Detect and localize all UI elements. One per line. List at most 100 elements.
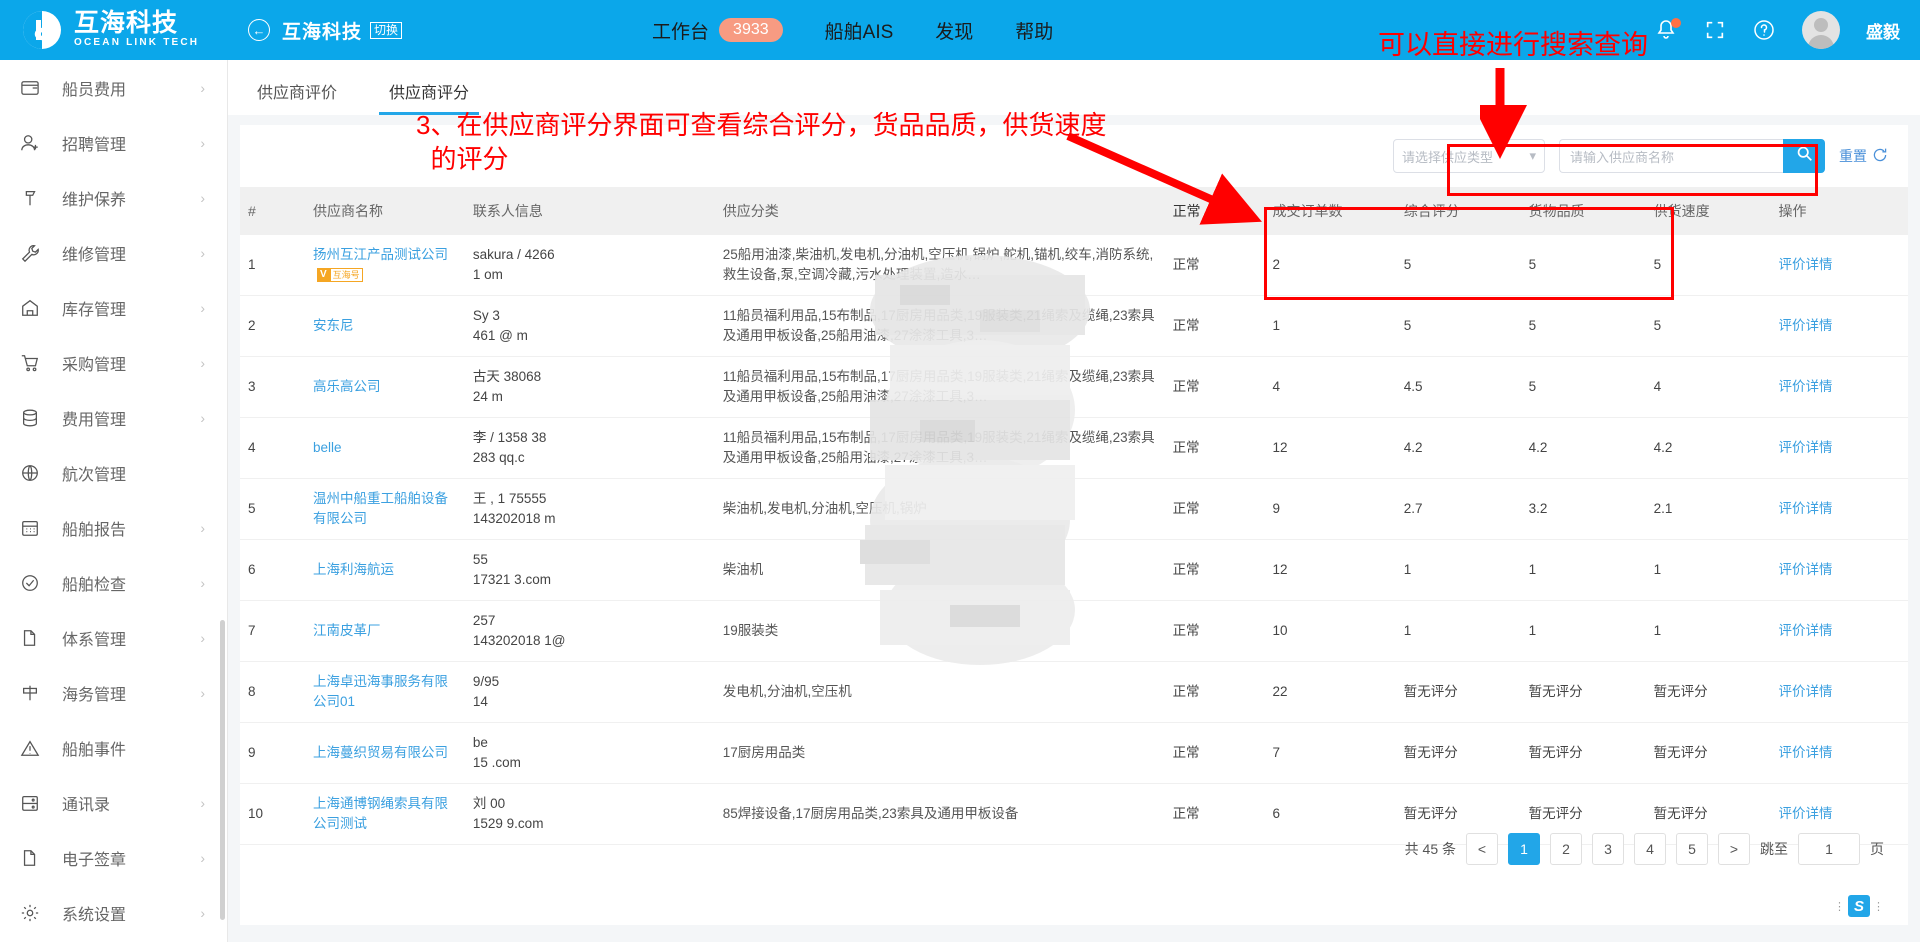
- sidebar-item-crew-cost[interactable]: 船员费用 ›: [0, 60, 227, 115]
- page-button-4[interactable]: 4: [1634, 833, 1666, 865]
- sidebar-item-settings[interactable]: 系统设置 ›: [0, 885, 227, 940]
- page-button-5[interactable]: 5: [1676, 833, 1708, 865]
- page-button-1[interactable]: 1: [1508, 833, 1540, 865]
- sidebar-item-expense[interactable]: 费用管理 ›: [0, 390, 227, 445]
- chevron-right-icon: ›: [200, 519, 205, 536]
- cell-action-link[interactable]: 评价详情: [1770, 417, 1908, 479]
- dots-icon: ⋮: [1873, 900, 1884, 913]
- cell-overall-score: 1: [1395, 539, 1521, 601]
- cell-supplier-name[interactable]: 扬州互江产品测试公司 V 互海号: [304, 235, 465, 296]
- notification-bell-icon[interactable]: [1654, 18, 1681, 42]
- cell-index: 4: [240, 417, 305, 479]
- cell-supplier-name[interactable]: 高乐高公司: [304, 356, 465, 418]
- page-button-3[interactable]: 3: [1592, 833, 1624, 865]
- avatar[interactable]: [1802, 11, 1840, 49]
- topnav-item-help[interactable]: 帮助: [1015, 17, 1053, 44]
- supplier-name-link[interactable]: 上海通博钢绳索具有限公司测试: [313, 796, 448, 831]
- col-goods-quality: 货物品质: [1520, 187, 1646, 235]
- cell-action-link[interactable]: 评价详情: [1770, 722, 1908, 784]
- prev-page-button[interactable]: <: [1466, 833, 1498, 865]
- fullscreen-icon[interactable]: [1704, 19, 1726, 41]
- sidebar-item-repair[interactable]: 维修管理 ›: [0, 225, 227, 280]
- topnav-item-discover[interactable]: 发现: [935, 17, 973, 44]
- notification-dot: [1671, 18, 1681, 28]
- col-contact-info: 联系人信息: [464, 187, 715, 235]
- cell-supplier-name[interactable]: 上海利海航运: [304, 539, 465, 601]
- sidebar-scrollbar[interactable]: [220, 620, 225, 920]
- sidebar-item-maintenance[interactable]: 维护保养 ›: [0, 170, 227, 225]
- chevron-right-icon: ›: [200, 684, 205, 701]
- supplier-name-link[interactable]: 上海蔓织贸易有限公司: [313, 745, 448, 760]
- back-arrow-icon[interactable]: ←: [248, 19, 270, 41]
- table-row: 9 上海蔓织贸易有限公司 be 15 .com 17厨房用品类 正常 7 暂无评分 暂无评分 暂无…: [240, 722, 1908, 784]
- cell-action-link[interactable]: 评价详情: [1770, 539, 1908, 601]
- search-button[interactable]: [1783, 139, 1825, 173]
- contacts-icon: [20, 792, 46, 814]
- cell-supplier-name[interactable]: belle: [304, 417, 465, 479]
- supplier-name-link[interactable]: 扬州互江产品测试公司: [313, 247, 448, 262]
- sidebar-item-marine-affairs[interactable]: 海务管理 ›: [0, 665, 227, 720]
- sidebar-item-purchase[interactable]: 采购管理 ›: [0, 335, 227, 390]
- sidebar-item-e-signature[interactable]: 电子签章 ›: [0, 830, 227, 885]
- cell-supplier-name[interactable]: 江南皮革厂: [304, 600, 465, 662]
- sidebar-label: 招聘管理: [62, 136, 127, 154]
- sidebar-label: 船员费用: [62, 81, 127, 99]
- cell-status: 正常: [1164, 417, 1265, 479]
- tab-bar: 供应商评价 供应商评分: [228, 60, 1920, 115]
- cell-action-link[interactable]: 评价详情: [1770, 600, 1908, 662]
- cell-overall-score: 暂无评分: [1395, 722, 1521, 784]
- cell-action-link[interactable]: 评价详情: [1770, 235, 1908, 296]
- sidebar-item-voyage[interactable]: 航次管理: [0, 445, 227, 500]
- pagination: 共 45 条 < 1 2 3 4 5 > 跳至 1 页: [1405, 833, 1884, 865]
- cell-action-link[interactable]: 评价详情: [1770, 661, 1908, 723]
- cell-overall-score: 5: [1395, 295, 1521, 357]
- sidebar-item-ship-event[interactable]: 船舶事件: [0, 720, 227, 775]
- cell-goods-quality: 暂无评分: [1520, 661, 1646, 723]
- cell-supplier-name[interactable]: 温州中船重工船舶设备有限公司: [304, 478, 465, 540]
- cell-action-link[interactable]: 评价详情: [1770, 295, 1908, 357]
- cell-supply-speed: 2.1: [1645, 478, 1771, 540]
- brand-logo-group[interactable]: 互海科技 OCEAN LINK TECH: [0, 10, 230, 50]
- topnav-item-ais[interactable]: 船舶AIS: [825, 17, 894, 44]
- table-row: 3 高乐高公司 古天 38068 24 m 11船员福利用品,15布制品,17厨房用品类…: [240, 356, 1908, 418]
- cell-supplier-name[interactable]: 安东尼: [304, 295, 465, 357]
- cell-supplier-name[interactable]: 上海卓迅海事服务有限公司01: [304, 661, 465, 723]
- col-supplier-name: 供应商名称: [304, 187, 465, 235]
- cell-action-link[interactable]: 评价详情: [1770, 356, 1908, 418]
- cell-goods-quality: 3.2: [1520, 478, 1646, 540]
- tab-supplier-evaluation[interactable]: 供应商评价: [253, 79, 341, 115]
- reset-button[interactable]: 重置: [1839, 146, 1888, 166]
- sidebar-item-inventory[interactable]: 库存管理 ›: [0, 280, 227, 335]
- cell-overall-score: 暂无评分: [1395, 661, 1521, 723]
- cell-supply-category: 柴油机,发电机,分油机,空压机,锅炉: [714, 478, 1165, 540]
- page-button-2[interactable]: 2: [1550, 833, 1582, 865]
- supplier-name-link[interactable]: 高乐高公司: [313, 379, 381, 394]
- supplier-name-link[interactable]: 安东尼: [313, 318, 354, 333]
- supplier-name-link[interactable]: 温州中船重工船舶设备有限公司: [313, 491, 448, 526]
- cart-icon: [20, 352, 46, 374]
- cell-supplier-name[interactable]: 上海通博钢绳索具有限公司测试: [304, 783, 465, 845]
- switch-button[interactable]: 切换: [370, 21, 403, 39]
- sidebar-item-recruitment[interactable]: 招聘管理 ›: [0, 115, 227, 170]
- cell-order-count: 6: [1264, 783, 1396, 845]
- cell-supply-speed: 1: [1645, 539, 1771, 601]
- cell-goods-quality: 1: [1520, 600, 1646, 662]
- sidebar-item-contacts[interactable]: 通讯录 ›: [0, 775, 227, 830]
- cell-action-link[interactable]: 评价详情: [1770, 478, 1908, 540]
- jump-page-input[interactable]: 1: [1798, 833, 1860, 865]
- cell-goods-quality: 暂无评分: [1520, 722, 1646, 784]
- sidebar-item-ship-report[interactable]: 船舶报告 ›: [0, 500, 227, 555]
- table-row: 7 江南皮革厂 257 143202018 1@ 19服装类 正常 10 1 1 1 评价详情: [240, 600, 1908, 662]
- sidebar-item-ship-inspection[interactable]: 船舶检查 ›: [0, 555, 227, 610]
- supplier-name-link[interactable]: 上海卓迅海事服务有限公司01: [313, 674, 448, 709]
- supplier-name-link[interactable]: 上海利海航运: [313, 562, 394, 577]
- help-circle-icon[interactable]: [1752, 18, 1776, 42]
- topnav-item-workbench[interactable]: 工作台 3933: [652, 17, 783, 44]
- supplier-name-link[interactable]: belle: [313, 440, 342, 455]
- sidebar-label: 通讯录: [62, 796, 111, 814]
- col-overall-score: 综合评分: [1395, 187, 1521, 235]
- next-page-button[interactable]: >: [1718, 833, 1750, 865]
- sidebar-item-system-mgmt[interactable]: 体系管理 ›: [0, 610, 227, 665]
- supplier-name-link[interactable]: 江南皮革厂: [313, 623, 381, 638]
- cell-supplier-name[interactable]: 上海蔓织贸易有限公司: [304, 722, 465, 784]
